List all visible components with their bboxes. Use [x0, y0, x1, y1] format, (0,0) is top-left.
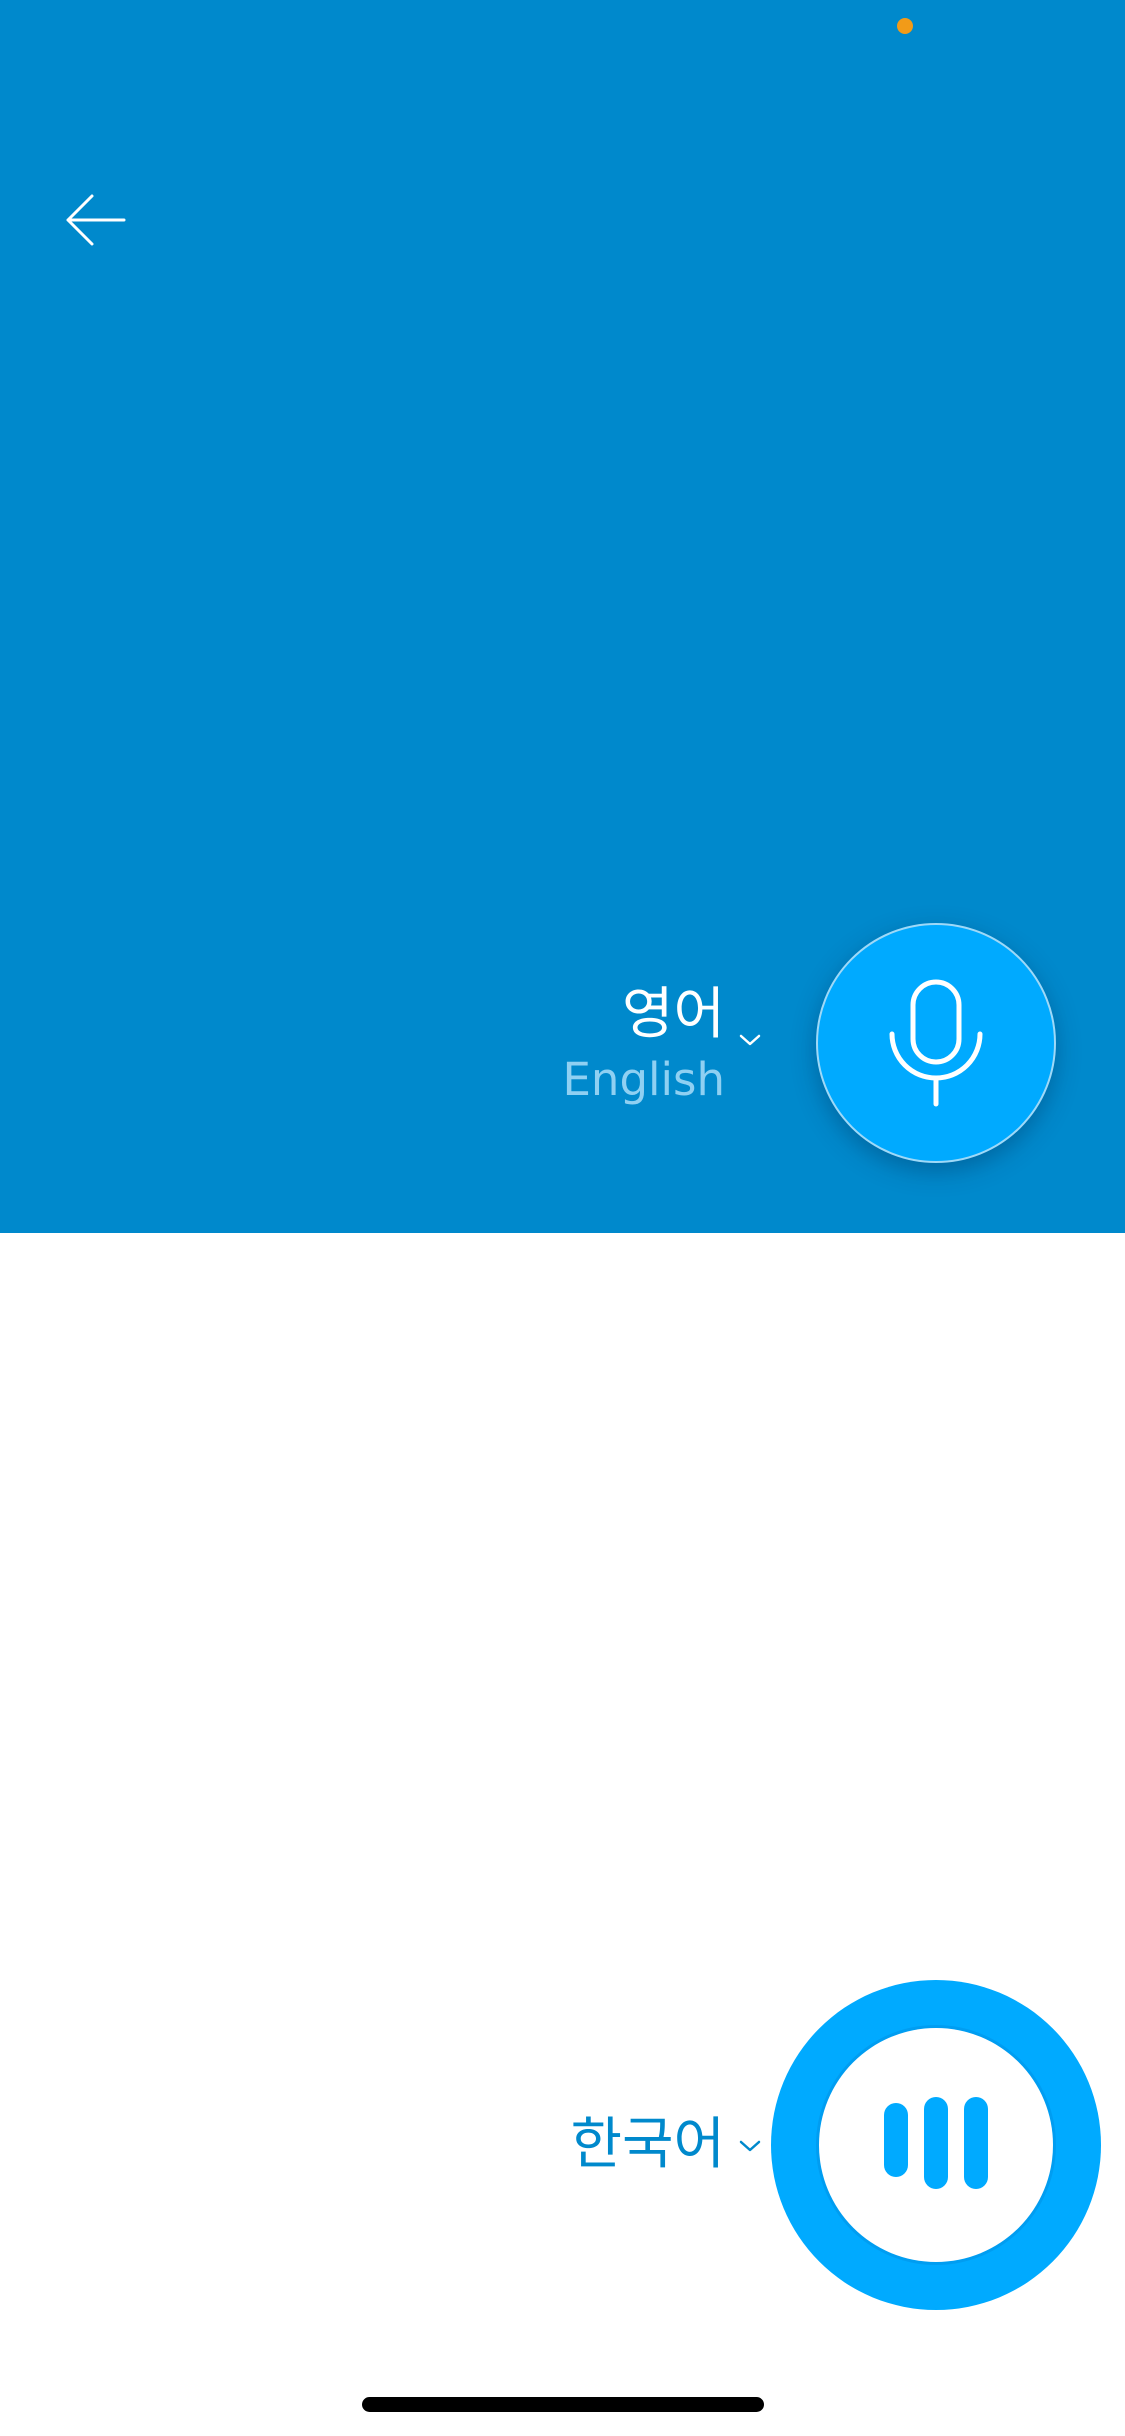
target-language-native-label: 한국어 — [570, 2112, 725, 2177]
source-language-native-label: 영어 — [621, 982, 725, 1047]
listening-button[interactable] — [771, 1980, 1101, 2310]
source-language-english-label: English — [562, 1053, 726, 1106]
source-language-selector[interactable]: 영어 English — [563, 980, 726, 1110]
target-language-selector[interactable]: 한국어 — [570, 2105, 725, 2185]
home-indicator[interactable] — [362, 2397, 764, 2412]
listening-button-inner — [819, 2028, 1053, 2262]
privacy-indicator-dot — [897, 18, 913, 34]
audio-bars-icon — [884, 2097, 988, 2189]
chevron-down-icon[interactable] — [738, 1032, 762, 1048]
microphone-button[interactable] — [816, 923, 1056, 1163]
chevron-down-icon[interactable] — [738, 2138, 762, 2154]
arrow-left-icon — [66, 194, 126, 246]
microphone-icon — [889, 979, 983, 1107]
back-button[interactable] — [50, 180, 140, 260]
